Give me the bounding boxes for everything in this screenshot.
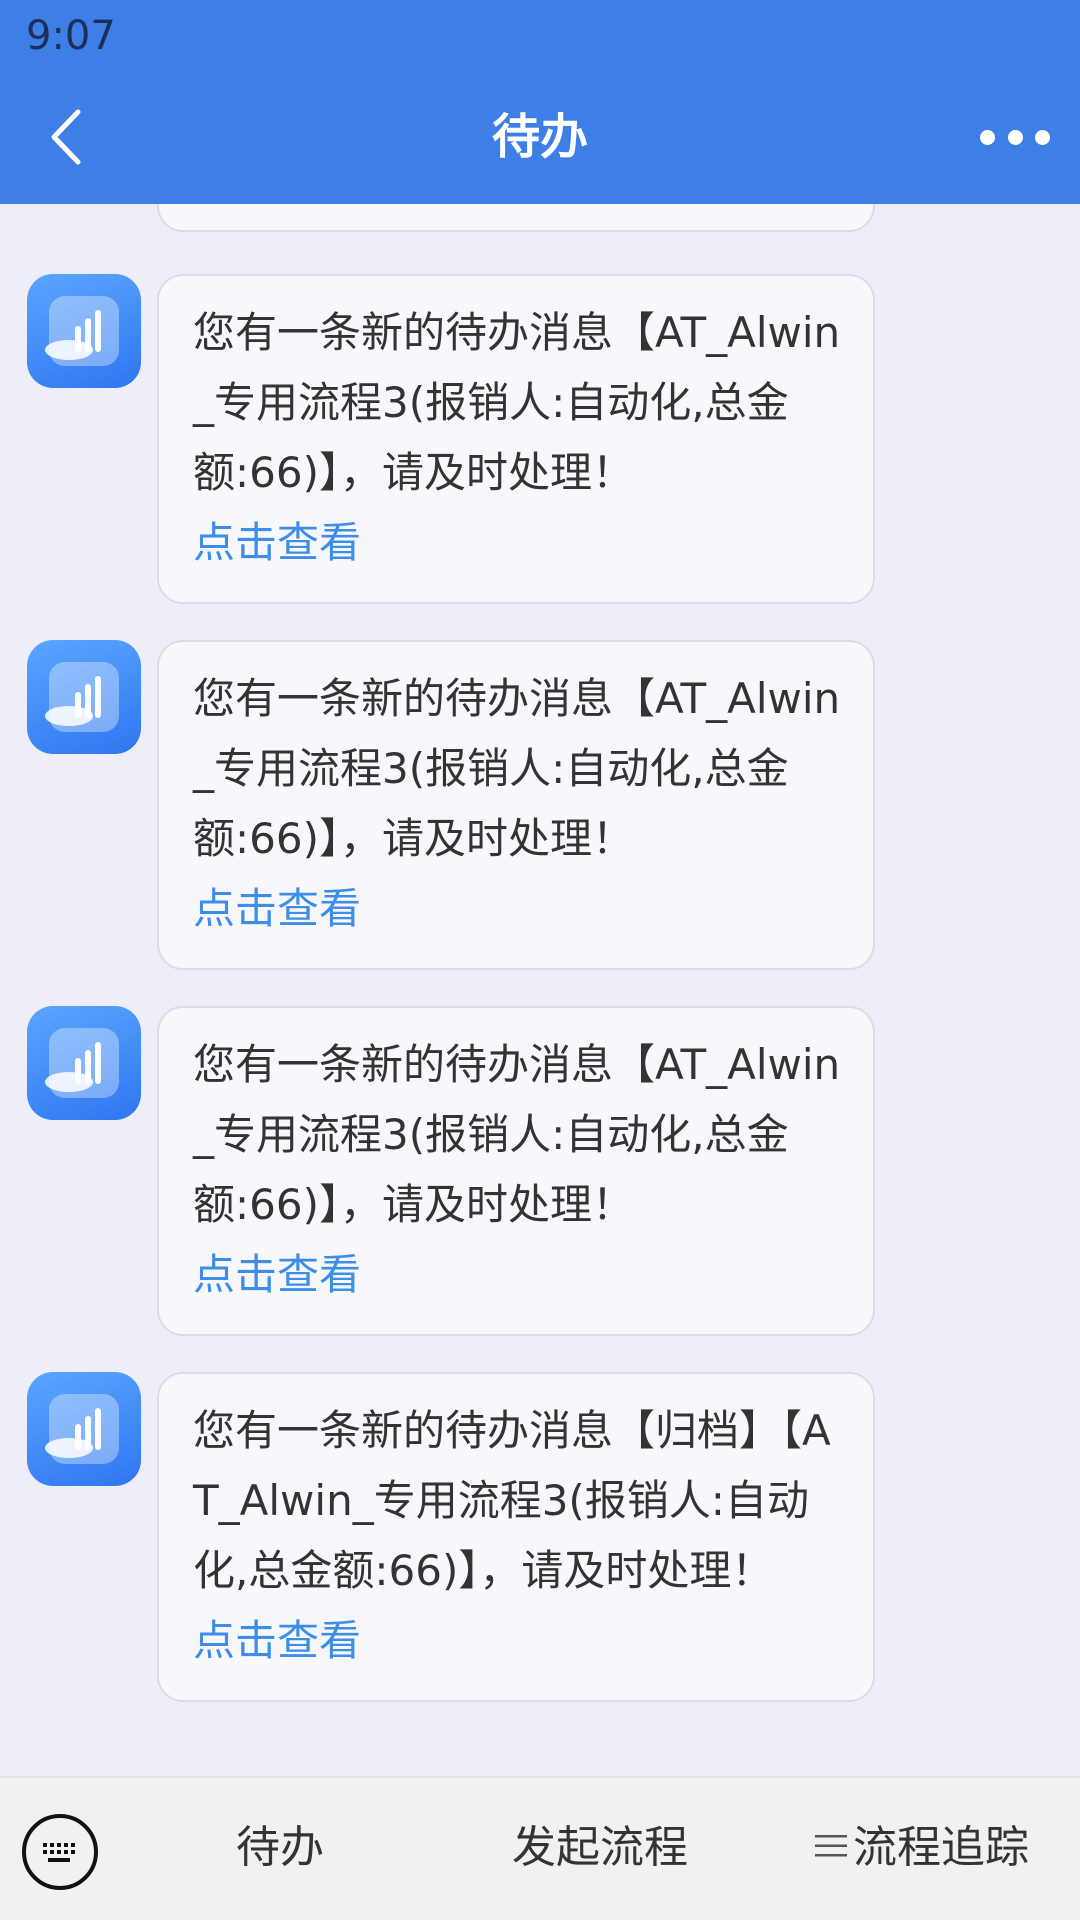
message-bubble[interactable]: 您有一条新的待办消息【归档】【AT_Alwin_专用流程3(报销人:自动化,总金… — [157, 1372, 875, 1702]
menu-lines-icon — [815, 1835, 847, 1857]
avatar-graphic — [45, 296, 119, 366]
app-chart-icon[interactable] — [27, 1006, 141, 1120]
more-button[interactable] — [980, 112, 1050, 162]
app-chart-icon[interactable] — [27, 640, 141, 754]
tab-launch-process[interactable]: 发起流程 — [512, 1778, 688, 1918]
avatar-graphic — [45, 1394, 119, 1464]
view-link[interactable]: 点击查看 — [193, 1606, 843, 1676]
tab-todo-label: 待办 — [236, 1822, 324, 1873]
message-text: 您有一条新的待办消息【AT_Alwin_专用流程3(报销人:自动化,总金额:66… — [193, 1040, 841, 1229]
more-dot — [1035, 129, 1050, 145]
app-chart-icon[interactable] — [27, 274, 141, 388]
view-link[interactable]: 点击查看 — [193, 874, 843, 944]
message-text: 您有一条新的待办消息【AT_Alwin_专用流程3(报销人:自动化,总金额:66… — [193, 674, 841, 863]
message-list[interactable]: 您有一条新的待办消息【AT_Alwin_专用流程3(报销人:自动化,总金额:66… — [0, 204, 1080, 1776]
page-title: 待办 — [491, 109, 588, 165]
tab-process-tracking[interactable]: 流程追踪 — [815, 1778, 1029, 1918]
bottom-menu-bar: 待办 发起流程 流程追踪 — [0, 1776, 1080, 1920]
message-bubble[interactable]: 您有一条新的待办消息【AT_Alwin_专用流程3(报销人:自动化,总金额:66… — [157, 640, 875, 970]
message-bubble[interactable]: 您有一条新的待办消息【AT_Alwin_专用流程3(报销人:自动化,总金额:66… — [157, 1006, 875, 1336]
status-bar: 9:07 — [0, 0, 1080, 70]
avatar-graphic — [45, 1028, 119, 1098]
back-button[interactable] — [40, 102, 100, 172]
chevron-left-icon — [51, 109, 81, 165]
view-link[interactable]: 点击查看 — [193, 1240, 843, 1310]
more-dots-icon — [980, 129, 995, 145]
app-chart-icon[interactable] — [27, 1372, 141, 1486]
tab-todo[interactable]: 待办 — [236, 1778, 324, 1918]
tab-process-tracking-label: 流程追踪 — [853, 1822, 1029, 1873]
more-dot — [1007, 129, 1023, 145]
tab-launch-process-label: 发起流程 — [512, 1822, 688, 1873]
status-time: 9:07 — [26, 13, 116, 59]
message-text: 您有一条新的待办消息【AT_Alwin_专用流程3(报销人:自动化,总金额:66… — [193, 308, 841, 497]
partial-message-bubble[interactable] — [157, 204, 875, 232]
header: 待办 — [0, 70, 1080, 204]
view-link[interactable]: 点击查看 — [193, 508, 843, 578]
avatar-graphic — [45, 662, 119, 732]
keyboard-toggle-button[interactable] — [22, 1814, 98, 1890]
message-bubble[interactable]: 您有一条新的待办消息【AT_Alwin_专用流程3(报销人:自动化,总金额:66… — [157, 274, 875, 604]
keyboard-icon — [43, 1843, 75, 1862]
message-text: 您有一条新的待办消息【归档】【AT_Alwin_专用流程3(报销人:自动化,总金… — [193, 1406, 831, 1595]
